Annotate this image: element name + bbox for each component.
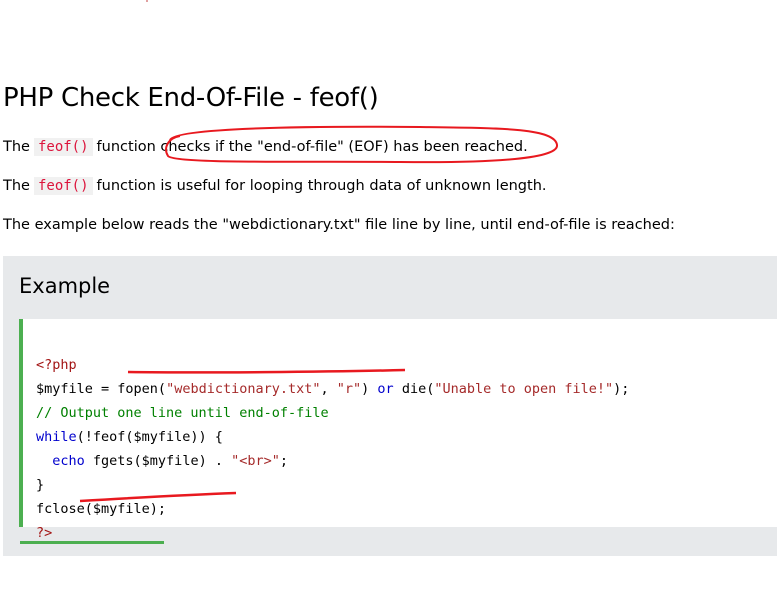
code-line: } (36, 477, 45, 493)
paragraph-feof-intro: The feof() function checks if the "end-of-… (3, 138, 528, 156)
paragraph-rest: function is useful for looping through d… (96, 178, 547, 194)
code-line: $myfile = fopen("webdictionary.txt", "r"… (36, 381, 630, 397)
paragraph-prefix: The (3, 178, 30, 194)
code-line: while(!feof($myfile)) { (36, 429, 223, 445)
paragraph-example-intro: The example below reads the "webdictiona… (3, 217, 675, 233)
code-line: fclose($myfile); (36, 501, 167, 517)
inline-code-feof: feof() (33, 138, 93, 156)
code-line: <?php (36, 357, 77, 373)
code-line: echo fgets($myfile) . "<br>"; (36, 453, 289, 469)
paragraph-prefix: The (3, 139, 30, 155)
code-comment: // Output one line until end-of-file (36, 405, 329, 421)
code-block: <?php $myfile = fopen("webdictionary.txt"… (19, 319, 777, 541)
paragraph-feof-usage: The feof() function is useful for looping … (3, 177, 547, 195)
page-title: PHP Check End-Of-File - feof() (3, 83, 379, 113)
paragraph-highlight: checks if the "end-of-file" (EOF) has be… (160, 139, 528, 155)
stray-mark (146, 0, 148, 2)
inline-code-feof: feof() (33, 177, 93, 195)
example-container: Example <?php $myfile = fopen("webdiction… (3, 256, 777, 556)
paragraph-word: function (96, 139, 156, 155)
example-title: Example (19, 274, 111, 298)
